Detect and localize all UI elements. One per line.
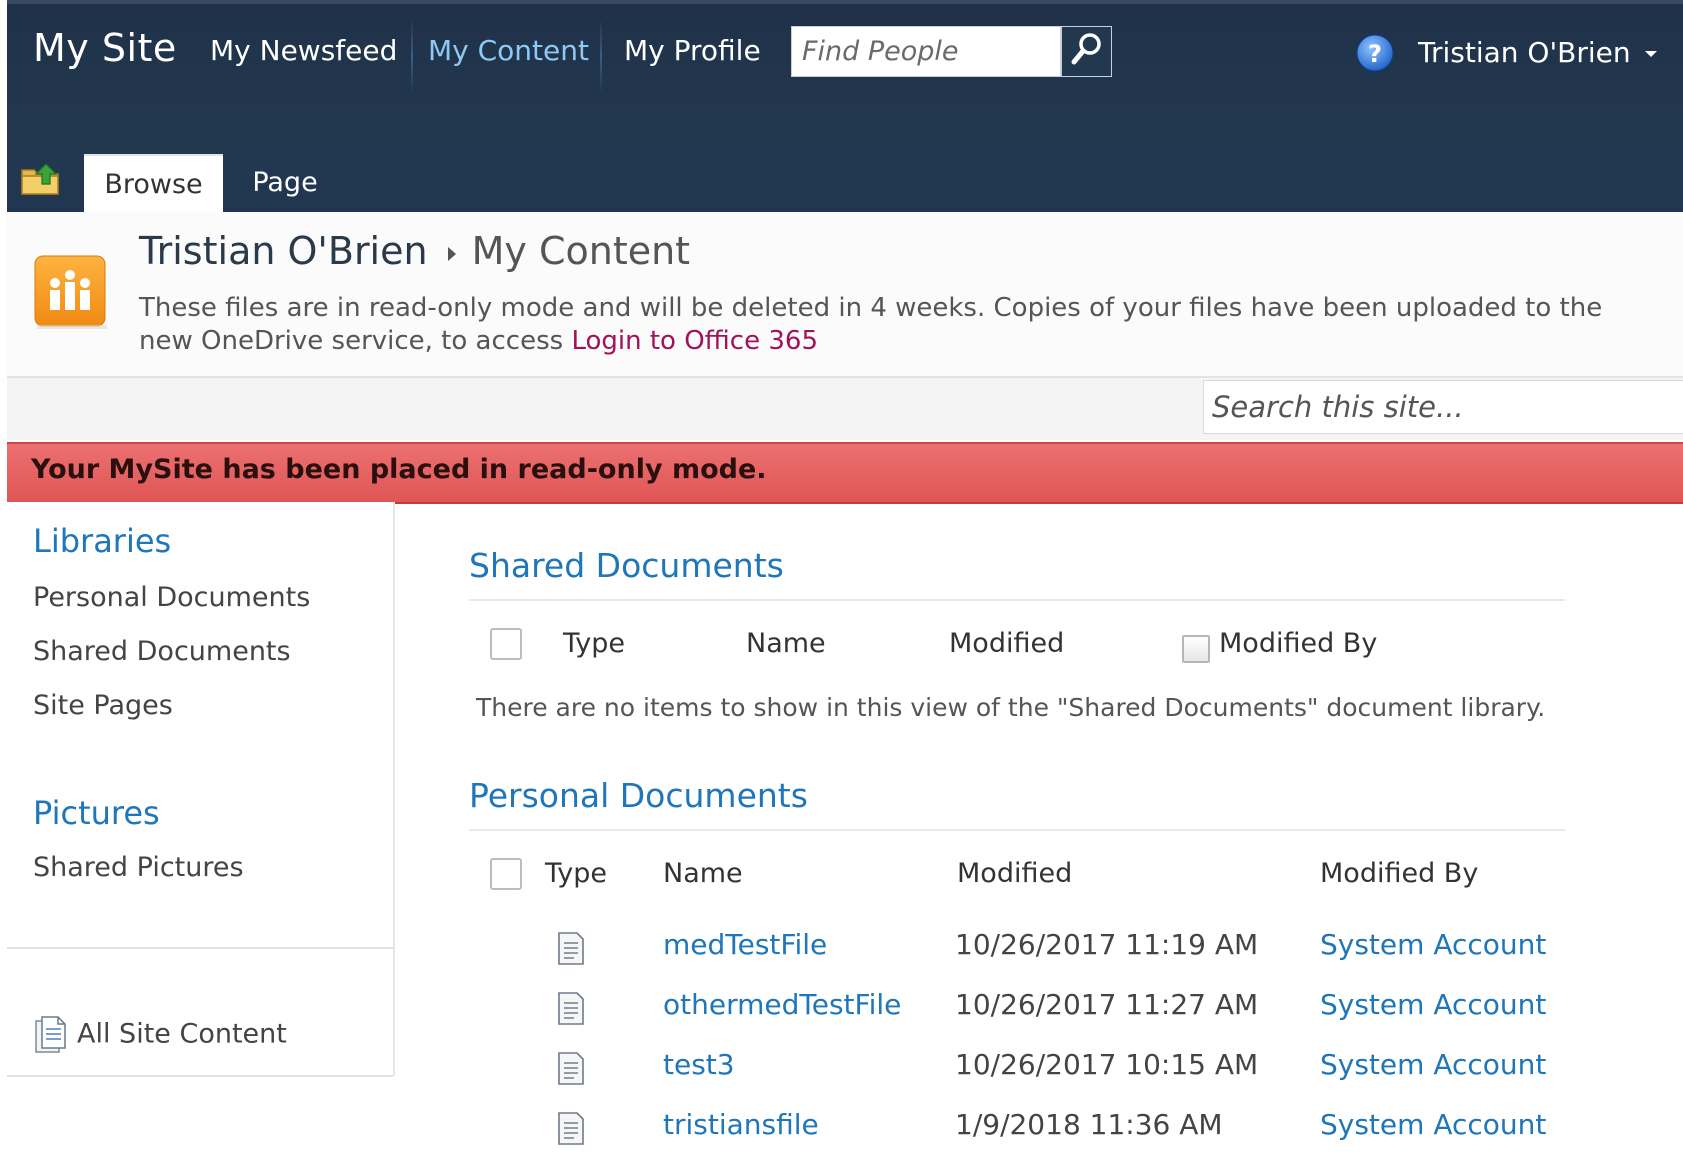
empty-library-message: There are no items to show in this view …: [476, 693, 1546, 722]
document-icon: [558, 1052, 584, 1085]
section-divider: [469, 599, 1565, 601]
document-modified-by-link[interactable]: System Account: [1320, 928, 1546, 961]
nav-link-my-content[interactable]: My Content: [428, 34, 589, 67]
site-title-link[interactable]: My Site: [33, 26, 177, 70]
login-office-365-link[interactable]: Login to Office 365: [571, 326, 818, 356]
nav-separator: [600, 22, 602, 92]
nav-item-shared-pictures[interactable]: Shared Pictures: [33, 852, 244, 883]
all-site-content-icon: [35, 1016, 66, 1053]
nav-item-shared-documents[interactable]: Shared Documents: [33, 636, 291, 667]
document-modified: 1/9/2018 11:36 AM: [955, 1108, 1223, 1141]
document-modified-by-link[interactable]: System Account: [1320, 988, 1546, 1021]
document-modified: 10/26/2017 11:19 AM: [955, 928, 1259, 961]
column-header-name[interactable]: Name: [663, 858, 743, 889]
column-header-checkbox[interactable]: [1182, 635, 1210, 663]
find-people-input[interactable]: [792, 27, 1059, 76]
user-name: Tristian O'Brien: [1418, 36, 1631, 69]
quick-launch: Libraries Personal Documents Shared Docu…: [7, 502, 395, 1077]
column-header-modified-by[interactable]: Modified By: [1219, 628, 1377, 659]
personal-documents-title[interactable]: Personal Documents: [469, 776, 808, 815]
chevron-down-icon: [1644, 51, 1657, 57]
tab-browse[interactable]: Browse: [84, 154, 223, 214]
document-modified-by-link[interactable]: System Account: [1320, 1108, 1546, 1141]
document-modified-by-link[interactable]: System Account: [1320, 1048, 1546, 1081]
find-people-search-button[interactable]: [1060, 27, 1111, 76]
personal-select-all-checkbox[interactable]: [490, 858, 522, 890]
table-row[interactable]: medTestFile 10/26/2017 11:19 AM System A…: [469, 924, 1649, 980]
user-menu[interactable]: Tristian O'Brien: [1418, 36, 1657, 69]
document-modified: 10/26/2017 10:15 AM: [955, 1048, 1259, 1081]
all-site-content-label: All Site Content: [77, 1018, 287, 1050]
tab-page[interactable]: Page: [235, 154, 335, 212]
document-icon: [558, 1112, 584, 1145]
all-site-content-link[interactable]: All Site Content: [33, 1015, 287, 1055]
column-header-type[interactable]: Type: [545, 858, 607, 889]
read-only-notice: These files are in read-only mode and wi…: [139, 292, 1639, 358]
search-icon: [1071, 33, 1101, 65]
nav-link-my-profile[interactable]: My Profile: [624, 34, 761, 67]
help-icon[interactable]: ?: [1355, 33, 1395, 73]
column-header-name[interactable]: Name: [746, 628, 826, 659]
top-bar: My Site My Newsfeed My Content My Profil…: [7, 0, 1683, 214]
nav-separator: [411, 22, 413, 92]
nav-item-personal-documents[interactable]: Personal Documents: [33, 582, 310, 613]
document-name-link[interactable]: tristiansfile: [663, 1108, 819, 1141]
shared-select-all-checkbox[interactable]: [490, 628, 522, 660]
shared-documents-title[interactable]: Shared Documents: [469, 546, 784, 585]
breadcrumb-root-link[interactable]: Tristian O'Brien: [139, 229, 428, 273]
breadcrumb-arrow-icon: [447, 246, 456, 261]
site-logo-icon: [34, 255, 107, 329]
document-name-link[interactable]: test3: [663, 1048, 735, 1081]
nav-heading-libraries[interactable]: Libraries: [33, 522, 171, 560]
section-divider: [469, 829, 1565, 831]
top-border: [7, 0, 1683, 4]
nav-divider: [7, 947, 393, 949]
column-header-modified[interactable]: Modified: [957, 858, 1072, 889]
document-icon: [558, 932, 584, 965]
column-header-type[interactable]: Type: [563, 628, 625, 659]
document-name-link[interactable]: medTestFile: [663, 928, 827, 961]
nav-heading-pictures[interactable]: Pictures: [33, 794, 160, 832]
nav-link-my-newsfeed[interactable]: My Newsfeed: [210, 34, 397, 67]
table-row[interactable]: othermedTestFile 10/26/2017 11:27 AM Sys…: [469, 984, 1649, 1040]
svg-text:?: ?: [1368, 40, 1382, 68]
document-modified: 10/26/2017 11:27 AM: [955, 988, 1259, 1021]
site-search-input[interactable]: [1204, 381, 1683, 433]
page-title: My Content: [471, 229, 691, 273]
breadcrumb: Tristian O'Brien My Content: [139, 229, 690, 273]
nav-bottom-border: [7, 1075, 393, 1077]
table-row[interactable]: tristiansfile 1/9/2018 11:36 AM System A…: [469, 1104, 1649, 1160]
column-header-modified-by[interactable]: Modified By: [1320, 858, 1478, 889]
document-icon: [558, 992, 584, 1025]
ribbon-navigate-up-icon[interactable]: [20, 160, 64, 196]
nav-item-site-pages[interactable]: Site Pages: [33, 690, 173, 721]
site-search-box: [1203, 380, 1683, 434]
banner-message: Your MySite has been placed in read-only…: [31, 454, 767, 485]
column-header-modified[interactable]: Modified: [949, 628, 1064, 659]
read-only-banner: Your MySite has been placed in read-only…: [7, 442, 1683, 504]
document-name-link[interactable]: othermedTestFile: [663, 988, 901, 1021]
notice-text: These files are in read-only mode and wi…: [139, 293, 1603, 356]
find-people-box: [791, 26, 1112, 77]
table-row[interactable]: test3 10/26/2017 10:15 AM System Account: [469, 1044, 1649, 1100]
